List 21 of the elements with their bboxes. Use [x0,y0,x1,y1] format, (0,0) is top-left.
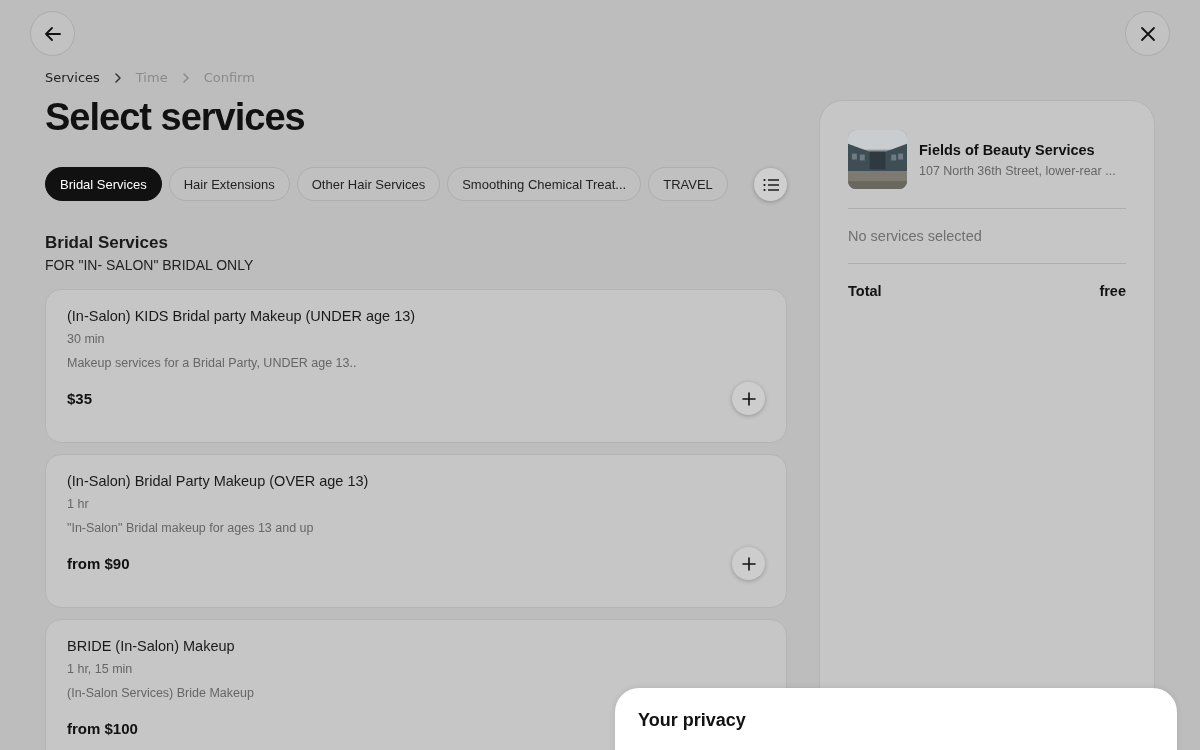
service-name: BRIDE (In-Salon) Makeup [67,638,236,654]
service-description: (In-Salon Services) Bride Makeup [67,686,255,700]
empty-selection-text: No services selected [848,228,983,244]
service-duration: 30 min [67,332,106,346]
service-price: $35 [67,390,93,407]
section-title: Bridal Services [45,233,169,253]
service-description: Makeup services for a Bridal Party, UNDER age 13.. [67,356,358,370]
service-duration: 1 hr [67,497,90,511]
total-value: free [1099,283,1126,299]
venue-name: Fields of Beauty Services [919,141,1096,158]
service-price: from $100 [67,720,138,737]
service-duration: 1 hr, 15 min [67,662,134,676]
service-name: (In-Salon) KIDS Bridal party Makeup (UNDER age 13) [67,308,417,324]
service-price: from $90 [67,555,130,572]
venue-address: 107 North 36th Street, lower-rear ... [919,163,1116,178]
service-name: (In-Salon) Bridal Party Makeup (OVER age 13) [67,473,370,489]
section-subtitle: FOR "IN- SALON" BRIDAL ONLY [45,257,255,273]
service-description: "In-Salon" Bridal makeup for ages 13 and up [67,521,315,535]
page-title: Select services [45,95,306,139]
dialog-title: Your privacy [638,710,747,731]
total-label: Total [848,283,882,299]
